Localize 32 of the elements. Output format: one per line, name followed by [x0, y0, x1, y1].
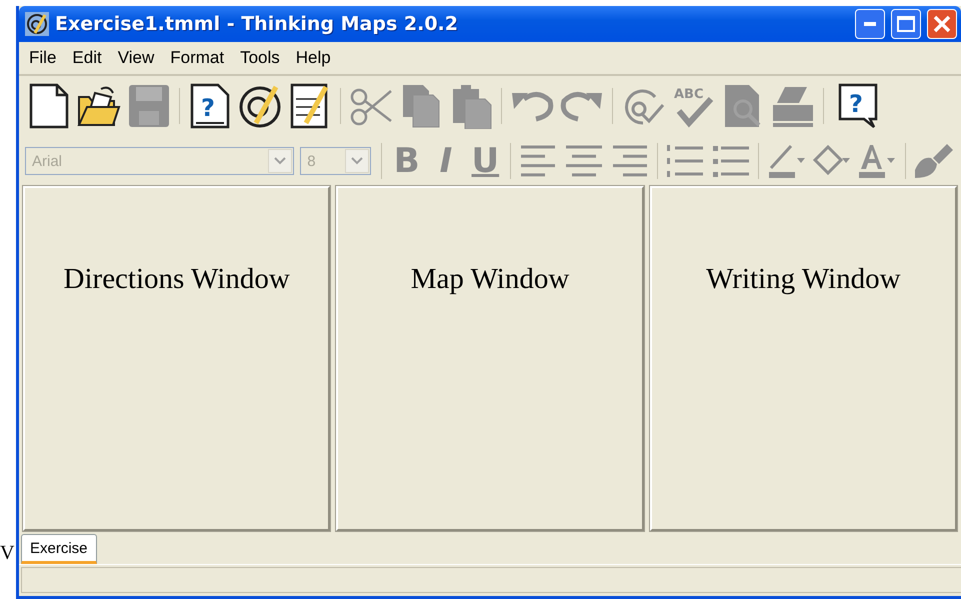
help-bubble-icon: ?	[836, 83, 880, 129]
numbered-list-icon	[665, 144, 706, 178]
pane-label: Map Window	[410, 263, 570, 297]
paint-brush-icon	[913, 144, 954, 178]
pane-label: Directions Window	[64, 263, 290, 297]
minimize-icon	[864, 22, 876, 26]
tab[interactable]: Exercise	[21, 534, 97, 564]
menu-item[interactable]: View	[110, 46, 162, 70]
pane-label: Writing Window	[706, 263, 901, 297]
dropdown-caret-icon	[351, 157, 364, 165]
window-title: Exercise1.tmml - Thinking Maps 2.0.2	[55, 13, 459, 35]
paint-bucket-icon	[812, 144, 852, 178]
new-document-icon	[27, 83, 71, 129]
align-center-icon	[564, 144, 604, 178]
menu-item[interactable]: Help	[288, 46, 339, 70]
maximize-button[interactable]	[891, 9, 921, 39]
maximize-icon	[897, 16, 915, 32]
toolbar-button[interactable]: ?	[830, 81, 886, 131]
font-color-icon	[857, 144, 898, 178]
menu-item[interactable]: File	[21, 46, 64, 70]
close-icon	[933, 15, 951, 33]
minimize-button[interactable]	[855, 9, 885, 39]
background-letter: V	[0, 542, 14, 565]
menu-item[interactable]: Tools	[232, 46, 288, 70]
line-color-icon	[766, 144, 807, 178]
menu-item[interactable]: Format	[162, 46, 232, 70]
circle-pencil-icon	[25, 12, 49, 36]
bullet-list-icon	[710, 144, 750, 178]
circle-pencil-icon	[238, 83, 282, 129]
close-button[interactable]	[927, 9, 957, 39]
dropdown-caret-icon	[274, 157, 286, 165]
menu-item[interactable]: Edit	[64, 46, 110, 70]
